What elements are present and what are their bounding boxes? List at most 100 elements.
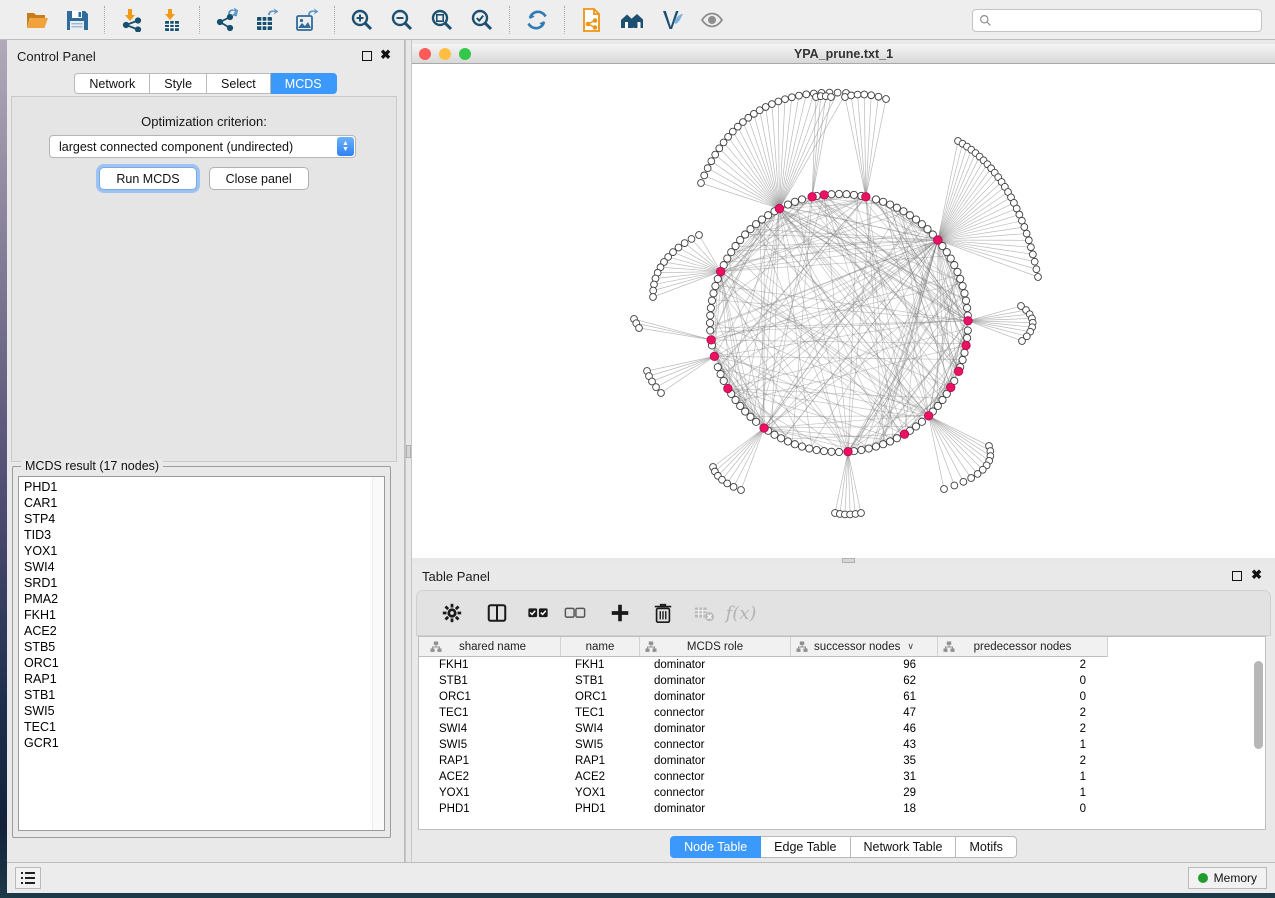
cell-predecessor-nodes[interactable]: 2 — [938, 705, 1108, 721]
network-leaf-node[interactable] — [658, 390, 665, 397]
network-hub-node[interactable] — [962, 341, 970, 349]
network-node[interactable] — [900, 208, 907, 215]
table-row[interactable]: YOX1YOX1connector291 — [419, 785, 1265, 801]
cell-shared-name[interactable]: STB1 — [425, 673, 561, 689]
network-hub-node[interactable] — [924, 412, 932, 420]
float-panel-icon[interactable] — [362, 51, 372, 61]
network-leaf-node[interactable] — [688, 236, 695, 243]
mcds-node-item[interactable]: ACE2 — [19, 623, 371, 639]
save-session-button[interactable] — [60, 5, 94, 35]
network-hub-node[interactable] — [716, 267, 724, 275]
network-leaf-node[interactable] — [1019, 217, 1026, 224]
settings-gear-button[interactable] — [437, 597, 467, 629]
network-node[interactable] — [784, 201, 791, 208]
cell-name[interactable]: ORC1 — [561, 689, 640, 705]
network-hub-node[interactable] — [820, 191, 828, 199]
network-node[interactable] — [714, 364, 721, 371]
network-node[interactable] — [951, 262, 958, 269]
network-hub-node[interactable] — [710, 352, 718, 360]
network-leaf-node[interactable] — [738, 487, 745, 494]
close-panel-icon[interactable]: ✖ — [380, 48, 391, 62]
network-leaf-node[interactable] — [941, 486, 948, 493]
network-leaf-node[interactable] — [861, 91, 868, 98]
splitter-grip-icon[interactable] — [842, 558, 855, 563]
network-leaf-node[interactable] — [704, 165, 711, 172]
cell-MCDS-role[interactable]: connector — [640, 785, 791, 801]
float-table-panel-icon[interactable] — [1232, 571, 1242, 581]
mcds-node-item[interactable]: TID3 — [19, 527, 371, 543]
mcds-node-item[interactable]: ORC1 — [19, 655, 371, 671]
table-row[interactable]: SWI5SWI5connector431 — [419, 737, 1265, 753]
apply-layout-button[interactable] — [520, 5, 554, 35]
cell-successor-nodes[interactable]: 62 — [791, 673, 938, 689]
mcds-list-scrollbar[interactable] — [372, 477, 384, 830]
network-leaf-node[interactable] — [796, 92, 803, 99]
cell-name[interactable]: FKH1 — [561, 657, 640, 673]
network-leaf-node[interactable] — [1023, 230, 1030, 237]
network-leaf-node[interactable] — [681, 240, 688, 247]
zoom-fit-button[interactable] — [425, 5, 459, 35]
network-leaf-node[interactable] — [960, 478, 967, 485]
cell-predecessor-nodes[interactable]: 0 — [938, 801, 1108, 817]
network-node[interactable] — [893, 204, 900, 211]
network-leaf-node[interactable] — [1033, 266, 1040, 273]
mcds-node-item[interactable]: SWI5 — [19, 703, 371, 719]
export-network-button[interactable] — [210, 5, 244, 35]
mcds-node-item[interactable]: PHD1 — [19, 479, 371, 495]
network-leaf-node[interactable] — [653, 384, 660, 391]
network-node[interactable] — [778, 435, 785, 442]
network-leaf-node[interactable] — [1021, 224, 1028, 231]
vertical-splitter[interactable] — [405, 40, 412, 862]
network-hub-node[interactable] — [964, 317, 972, 325]
cell-name[interactable]: SWI4 — [561, 721, 640, 737]
tab-network-table[interactable]: Network Table — [851, 836, 957, 858]
network-hub-node[interactable] — [775, 204, 783, 212]
network-node[interactable] — [791, 198, 798, 205]
zoom-selected-button[interactable] — [465, 5, 499, 35]
network-node[interactable] — [791, 441, 798, 448]
network-leaf-node[interactable] — [716, 145, 723, 152]
network-leaf-node[interactable] — [803, 91, 810, 98]
cell-successor-nodes[interactable]: 31 — [791, 769, 938, 785]
network-node[interactable] — [707, 312, 714, 319]
network-node[interactable] — [959, 356, 966, 363]
network-node[interactable] — [835, 190, 842, 197]
cell-shared-name[interactable]: YOX1 — [425, 785, 561, 801]
memory-button[interactable]: Memory — [1188, 867, 1267, 889]
zoom-window-icon[interactable] — [459, 48, 471, 60]
cell-successor-nodes[interactable]: 96 — [791, 657, 938, 673]
network-leaf-node[interactable] — [868, 92, 875, 99]
tab-node-table[interactable]: Node Table — [670, 836, 761, 858]
cell-predecessor-nodes[interactable]: 2 — [938, 721, 1108, 737]
network-node[interactable] — [710, 290, 717, 297]
cell-shared-name[interactable]: TEC1 — [425, 705, 561, 721]
network-node[interactable] — [765, 212, 772, 219]
network-node[interactable] — [880, 441, 887, 448]
run-mcds-button[interactable]: Run MCDS — [99, 167, 196, 190]
cell-shared-name[interactable]: ORC1 — [425, 689, 561, 705]
cell-predecessor-nodes[interactable]: 0 — [938, 689, 1108, 705]
network-leaf-node[interactable] — [858, 510, 865, 517]
network-hub-node[interactable] — [808, 193, 816, 201]
cell-predecessor-nodes[interactable]: 2 — [938, 657, 1108, 673]
cell-predecessor-nodes[interactable]: 1 — [938, 769, 1108, 785]
network-node[interactable] — [961, 349, 968, 356]
network-hub-node[interactable] — [862, 193, 870, 201]
import-network-button[interactable] — [115, 5, 149, 35]
network-leaf-node[interactable] — [1031, 258, 1038, 265]
criterion-dropdown[interactable]: largest connected component (undirected)… — [49, 135, 356, 158]
mcds-node-item[interactable]: GCR1 — [19, 735, 371, 751]
cell-successor-nodes[interactable]: 29 — [791, 785, 938, 801]
cell-shared-name[interactable]: SWI5 — [425, 737, 561, 753]
close-window-icon[interactable] — [419, 48, 431, 60]
delete-column-button[interactable] — [648, 597, 678, 629]
network-leaf-node[interactable] — [1025, 237, 1032, 244]
cell-MCDS-role[interactable]: dominator — [640, 657, 791, 673]
network-leaf-node[interactable] — [828, 94, 835, 101]
cell-shared-name[interactable]: FKH1 — [425, 657, 561, 673]
cell-name[interactable]: RAP1 — [561, 753, 640, 769]
cell-predecessor-nodes[interactable]: 0 — [938, 673, 1108, 689]
network-leaf-node[interactable] — [636, 325, 643, 332]
cell-shared-name[interactable]: ACE2 — [425, 769, 561, 785]
column-header-MCDS-role[interactable]: MCDS role — [640, 637, 791, 657]
